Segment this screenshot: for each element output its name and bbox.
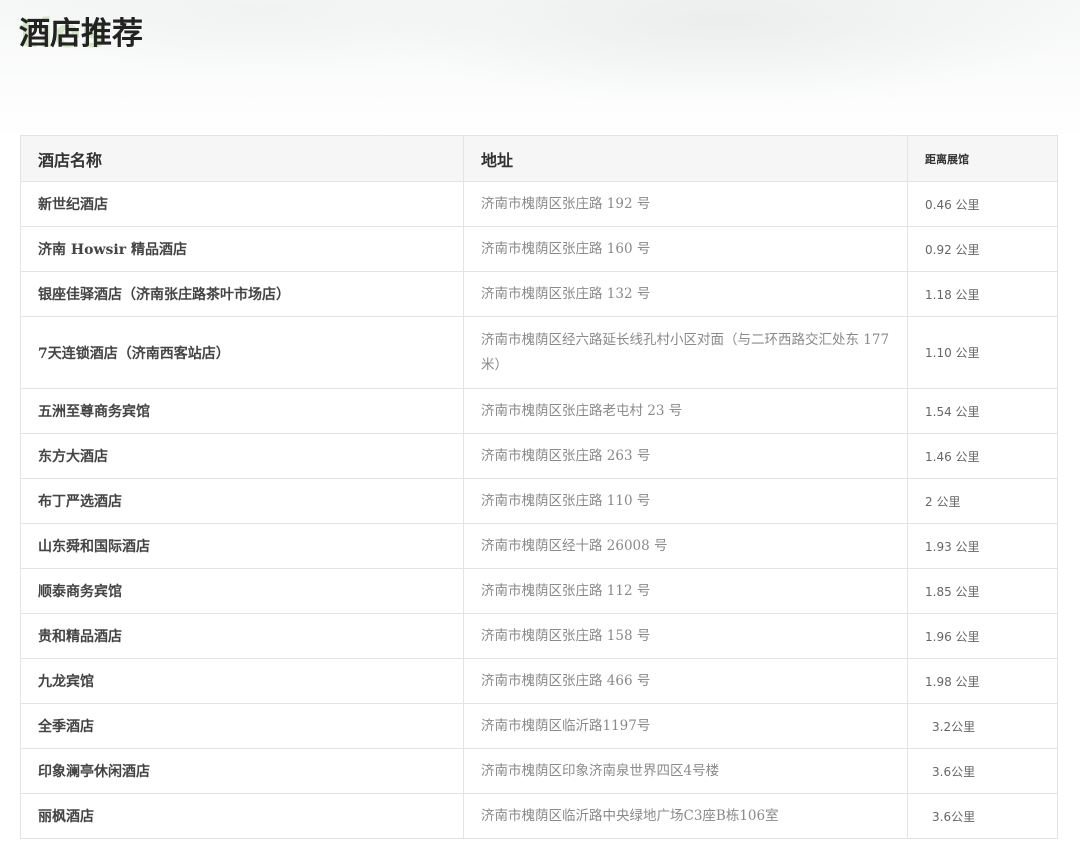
hotel-name: 济南 Howsir 精品酒店 [20, 226, 464, 272]
hotel-name: 东方大酒店 [20, 433, 464, 479]
hotel-distance: 0.92 公里 [907, 226, 1058, 272]
hotel-distance: 1.10 公里 [907, 316, 1058, 389]
table-row: 7天连锁酒店（济南西客站店） 济南市槐荫区经六路延长线孔村小区对面（与二环西路交… [20, 316, 1058, 389]
hotel-name: 7天连锁酒店（济南西客站店） [20, 316, 464, 389]
hotel-address: 济南市槐荫区张庄路 112 号 [463, 568, 908, 614]
column-header-name: 酒店名称 [20, 135, 464, 182]
hotel-distance: 3.6公里 [907, 793, 1058, 839]
table-row: 九龙宾馆 济南市槐荫区张庄路 466 号 1.98 公里 [20, 658, 1058, 704]
hotel-name: 银座佳驿酒店（济南张庄路茶叶市场店） [20, 271, 464, 317]
hotel-address: 济南市槐荫区张庄路 160 号 [463, 226, 908, 272]
hotel-address: 济南市槐荫区经十路 26008 号 [463, 523, 908, 569]
hotel-address: 济南市槐荫区临沂路中央绿地广场C3座B栋106室 [463, 793, 908, 839]
hotel-address: 济南市槐荫区张庄路 263 号 [463, 433, 908, 479]
hotel-address: 济南市槐荫区张庄路 158 号 [463, 613, 908, 659]
hotel-table: 酒店名称 地址 距离展馆 新世纪酒店 济南市槐荫区张庄路 192 号 0.46 … [20, 135, 1058, 839]
hotel-address: 济南市槐荫区张庄路 132 号 [463, 271, 908, 317]
table-row: 五洲至尊商务宾馆 济南市槐荫区张庄路老屯村 23 号 1.54 公里 [20, 388, 1058, 434]
page-title: 酒店推荐 [19, 16, 143, 52]
hotel-name: 丽枫酒店 [20, 793, 464, 839]
hotel-name: 山东舜和国际酒店 [20, 523, 464, 569]
table-row: 贵和精品酒店 济南市槐荫区张庄路 158 号 1.96 公里 [20, 613, 1058, 659]
hotel-distance: 1.96 公里 [907, 613, 1058, 659]
table-row: 印象澜亭休闲酒店 济南市槐荫区印象济南泉世界四区4号楼 3.6公里 [20, 748, 1058, 794]
hotel-address: 济南市槐荫区临沂路1197号 [463, 703, 908, 749]
hotel-address: 济南市槐荫区经六路延长线孔村小区对面（与二环西路交汇处东 177 米） [463, 316, 908, 389]
hotel-name: 五洲至尊商务宾馆 [20, 388, 464, 434]
table-header: 酒店名称 地址 距离展馆 [20, 135, 1058, 182]
hotel-distance: 1.98 公里 [907, 658, 1058, 704]
hotel-address: 济南市槐荫区印象济南泉世界四区4号楼 [463, 748, 908, 794]
hotel-name: 印象澜亭休闲酒店 [20, 748, 464, 794]
hotel-distance: 1.93 公里 [907, 523, 1058, 569]
hotel-address: 济南市槐荫区张庄路 192 号 [463, 181, 908, 227]
table-row: 济南 Howsir 精品酒店 济南市槐荫区张庄路 160 号 0.92 公里 [20, 226, 1058, 272]
table-row: 山东舜和国际酒店 济南市槐荫区经十路 26008 号 1.93 公里 [20, 523, 1058, 569]
hotel-address: 济南市槐荫区张庄路 466 号 [463, 658, 908, 704]
table-header-row: 酒店名称 地址 距离展馆 [20, 135, 1058, 182]
hotel-distance: 3.6公里 [907, 748, 1058, 794]
hotel-address: 济南市槐荫区张庄路老屯村 23 号 [463, 388, 908, 434]
header-background [0, 0, 1080, 140]
hotel-distance: 1.54 公里 [907, 388, 1058, 434]
hotel-address: 济南市槐荫区张庄路 110 号 [463, 478, 908, 524]
hotel-distance: 2 公里 [907, 478, 1058, 524]
table-body: 新世纪酒店 济南市槐荫区张庄路 192 号 0.46 公里 济南 Howsir … [20, 181, 1058, 839]
table-row: 丽枫酒店 济南市槐荫区临沂路中央绿地广场C3座B栋106室 3.6公里 [20, 793, 1058, 839]
table-row: 布丁严选酒店 济南市槐荫区张庄路 110 号 2 公里 [20, 478, 1058, 524]
hotel-distance: 0.46 公里 [907, 181, 1058, 227]
hotel-name: 贵和精品酒店 [20, 613, 464, 659]
page-header: ties 酒店推荐 [19, 12, 143, 56]
hotel-name: 顺泰商务宾馆 [20, 568, 464, 614]
hotel-name: 布丁严选酒店 [20, 478, 464, 524]
table-row: 东方大酒店 济南市槐荫区张庄路 263 号 1.46 公里 [20, 433, 1058, 479]
hotel-distance: 1.18 公里 [907, 271, 1058, 317]
table-row: 全季酒店 济南市槐荫区临沂路1197号 3.2公里 [20, 703, 1058, 749]
table-row: 新世纪酒店 济南市槐荫区张庄路 192 号 0.46 公里 [20, 181, 1058, 227]
table-row: 银座佳驿酒店（济南张庄路茶叶市场店） 济南市槐荫区张庄路 132 号 1.18 … [20, 271, 1058, 317]
hotel-name: 九龙宾馆 [20, 658, 464, 704]
table-row: 顺泰商务宾馆 济南市槐荫区张庄路 112 号 1.85 公里 [20, 568, 1058, 614]
hotel-distance: 1.85 公里 [907, 568, 1058, 614]
column-header-distance: 距离展馆 [907, 135, 1058, 182]
column-header-address: 地址 [463, 135, 908, 182]
hotel-name: 新世纪酒店 [20, 181, 464, 227]
hotel-distance: 3.2公里 [907, 703, 1058, 749]
hotel-name: 全季酒店 [20, 703, 464, 749]
hotel-distance: 1.46 公里 [907, 433, 1058, 479]
